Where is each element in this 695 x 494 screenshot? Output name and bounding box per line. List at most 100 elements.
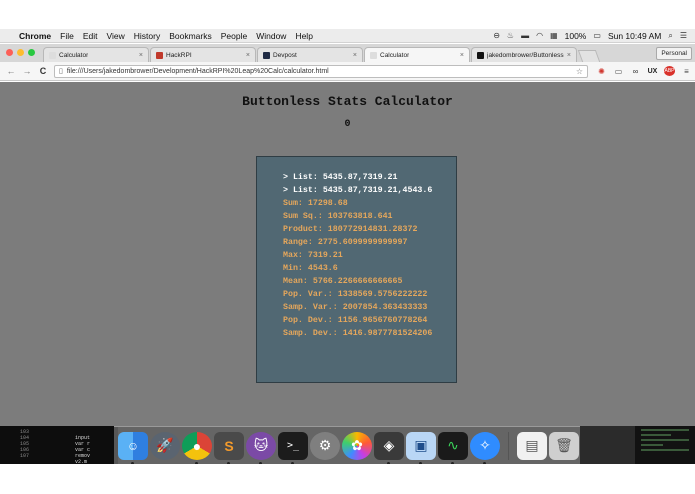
menu-people[interactable]: People — [221, 31, 247, 41]
document-glyph: ▤ — [525, 437, 539, 453]
browser-tab[interactable]: HackRPI × — [150, 47, 256, 62]
stat-result-line: Samp. Var.: 2007854.363433333 — [283, 303, 428, 312]
extensions: ✺ ▭ ∞ UX ABP ≡ — [596, 66, 692, 76]
spotlight-icon[interactable]: ⌕ — [668, 31, 672, 41]
forward-arrow-icon[interactable]: → — [22, 66, 32, 76]
menu-view[interactable]: View — [106, 31, 124, 41]
photos-icon[interactable]: ✿ — [342, 431, 372, 460]
chrome-glyph: ● — [192, 437, 202, 454]
dock-area: 103 104 105 106 107 input var r var c remov v2.m… — [0, 426, 695, 465]
back-arrow-icon[interactable]: ← — [6, 66, 16, 76]
battery-icon[interactable]: ▭ — [593, 31, 601, 40]
menu-bookmarks[interactable]: Bookmarks — [169, 31, 212, 41]
calculator-display: 0 — [344, 119, 351, 130]
photos-glyph: ✿ — [351, 437, 363, 453]
menu-help[interactable]: Help — [295, 31, 312, 41]
stat-result-line: Min: 4543.6 — [283, 264, 338, 273]
tab-label: Calculator — [380, 51, 410, 59]
menu-bar: Chrome File Edit View History Bookmarks … — [0, 29, 695, 43]
address-bar[interactable]: ▯ file:///Users/jakedombrower/Developmen… — [54, 64, 588, 78]
document-icon[interactable]: ▤ — [517, 431, 547, 460]
tab-close-icon[interactable]: × — [139, 52, 143, 59]
notification-icon[interactable]: ♨ — [507, 31, 514, 40]
notification-center-icon[interactable]: ☰ — [680, 31, 687, 40]
github-desktop-icon[interactable]: 🐱 — [246, 431, 276, 465]
launchpad-glyph: 🚀 — [156, 437, 174, 453]
safari-glyph: ✧ — [479, 437, 491, 453]
menu-window[interactable]: Window — [256, 31, 286, 41]
virtualbox-glyph: ▣ — [414, 437, 428, 453]
extension-glasses-icon[interactable]: ∞ — [630, 67, 641, 76]
browser-tab[interactable]: Calculator × — [43, 47, 149, 62]
tab-favicon-icon — [49, 51, 56, 59]
page-viewport: Buttonless Stats Calculator 0 > List: 54… — [0, 82, 695, 426]
time-machine-icon[interactable]: ⊖ — [493, 31, 500, 40]
close-window-button[interactable] — [6, 49, 13, 56]
stats-output-panel: > List: 5435.87,7319.21 > List: 5435.87,7… — [256, 156, 457, 383]
tab-label: HackRPI — [166, 51, 192, 59]
page-icon: ▯ — [59, 68, 63, 75]
virtualbox-icon[interactable]: ▣ — [406, 431, 436, 465]
battery-percent[interactable]: 100% — [565, 31, 587, 41]
background-terminal: 103 104 105 106 107 input var r var c remov v2.m — [0, 426, 118, 465]
safari-icon[interactable]: ✧ — [470, 431, 500, 465]
tab-label: Calculator — [59, 51, 89, 59]
bookmark-star-icon[interactable]: ☆ — [576, 67, 583, 76]
wifi-icon[interactable]: ◠ — [536, 31, 543, 40]
menu-history[interactable]: History — [134, 31, 160, 41]
reload-icon[interactable]: C — [38, 66, 48, 76]
activity-monitor-icon[interactable]: ∿ — [438, 431, 468, 465]
tab-strip: Calculator × HackRPI × Devpost × Calculator × ja… — [0, 44, 695, 62]
chrome-menu-icon[interactable]: ≡ — [681, 67, 692, 76]
tab-close-icon[interactable]: × — [567, 52, 571, 59]
tab-label: jakedombrower/Buttonless — [487, 51, 564, 59]
extension-ux-icon[interactable]: UX — [647, 68, 658, 75]
dock-separator — [508, 431, 509, 460]
tab-favicon-icon — [370, 51, 377, 59]
tabs: Calculator × HackRPI × Devpost × Calculator × ja… — [43, 47, 578, 62]
stat-result-line: Sum Sq.: 103763818.641 — [283, 212, 393, 221]
menu-edit[interactable]: Edit — [83, 31, 98, 41]
tab-favicon-icon — [477, 51, 484, 59]
menu-app-name[interactable]: Chrome — [19, 31, 51, 41]
chrome-icon[interactable]: ● — [182, 431, 212, 465]
stat-result-line: Product: 180772914831.28372 — [283, 225, 418, 234]
tab-close-icon[interactable]: × — [353, 52, 357, 59]
background-window — [635, 426, 695, 464]
address-url: file:///Users/jakedombrower/Development/… — [66, 67, 329, 75]
dock: ☺ 🚀 ● S 🐱 >_ ⚙ ✿ ◈ ▣ ∿ ✧ ▤ 🗑 — [114, 426, 580, 465]
new-tab-button[interactable] — [577, 50, 601, 62]
app-store-glyph: ◈ — [383, 437, 395, 453]
profile-button[interactable]: Personal — [656, 47, 692, 60]
extension-gear-icon[interactable]: ✺ — [596, 67, 607, 76]
flag-icon[interactable]: ▦ — [550, 31, 558, 40]
stat-result-line: Range: 2775.6099999999997 — [283, 238, 408, 247]
stat-result-line: Samp. Dev.: 1416.9877781524206 — [283, 329, 433, 338]
tab-close-icon[interactable]: × — [460, 52, 464, 59]
trash-icon[interactable]: 🗑 — [549, 431, 579, 460]
system-preferences-icon[interactable]: ⚙ — [310, 431, 340, 460]
app-store-icon[interactable]: ◈ — [374, 431, 404, 465]
clock[interactable]: Sun 10:49 AM — [608, 31, 661, 41]
extension-cast-icon[interactable]: ▭ — [613, 67, 624, 76]
tab-label: Devpost — [273, 51, 297, 59]
sublime-text-icon[interactable]: S — [214, 431, 244, 465]
launchpad-icon[interactable]: 🚀 — [150, 431, 180, 460]
terminal-glyph: >_ — [286, 440, 300, 451]
window-controls — [6, 49, 35, 56]
browser-tab[interactable]: jakedombrower/Buttonless × — [471, 47, 577, 62]
finder-icon[interactable]: ☺ — [118, 431, 148, 465]
tab-close-icon[interactable]: × — [246, 52, 250, 59]
tab-favicon-icon — [156, 51, 163, 59]
terminal-icon[interactable]: >_ — [278, 431, 308, 465]
menu-file[interactable]: File — [60, 31, 74, 41]
input-command-line: > List: 5435.87,7319.21 — [283, 173, 398, 182]
extension-adblock-icon[interactable]: ABP — [664, 66, 675, 76]
minimize-window-button[interactable] — [17, 49, 24, 56]
browser-toolbar: ← → C ▯ file:///Users/jakedombrower/Deve… — [0, 62, 695, 81]
zoom-window-button[interactable] — [28, 49, 35, 56]
battery-bar-icon[interactable]: ▬ — [521, 31, 529, 40]
browser-tab[interactable]: Calculator × — [364, 47, 470, 62]
stat-result-line: Max: 7319.21 — [283, 251, 343, 260]
browser-tab[interactable]: Devpost × — [257, 47, 363, 62]
